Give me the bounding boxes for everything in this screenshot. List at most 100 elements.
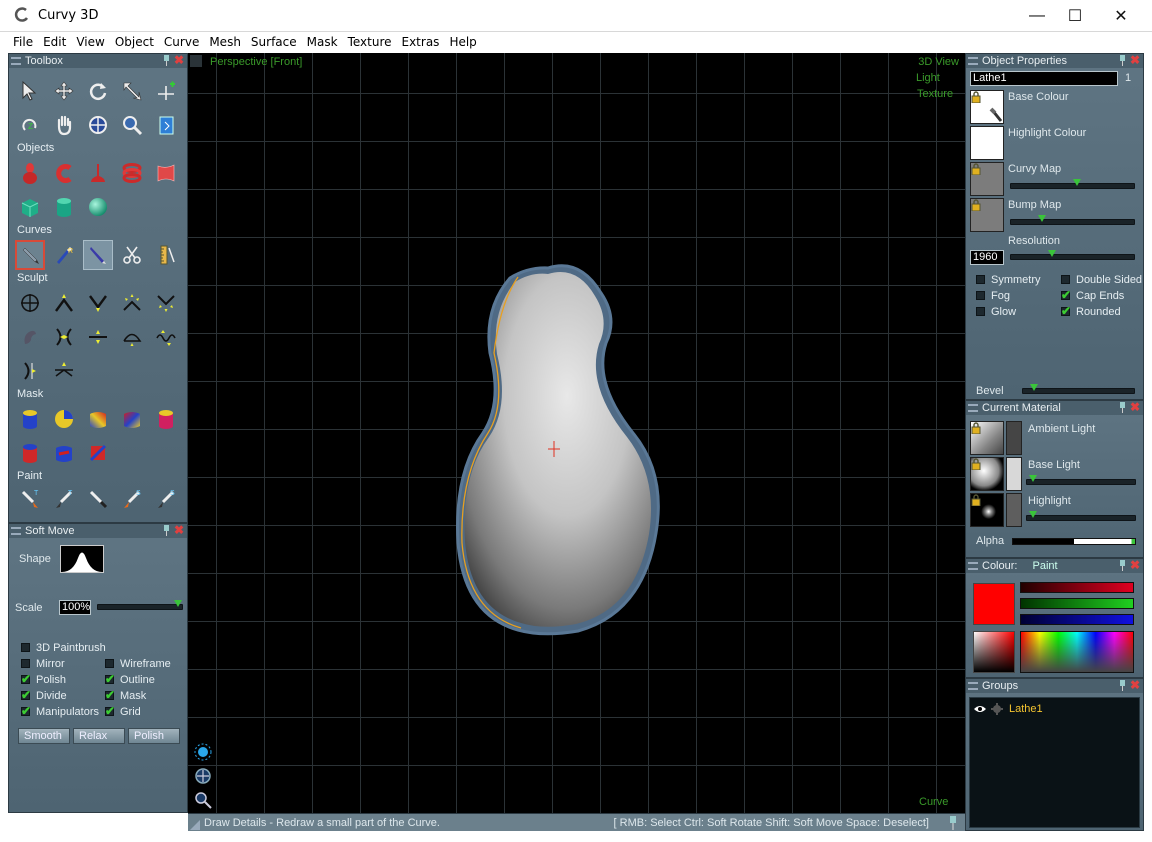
draw-curve-pen-tool[interactable] <box>15 240 45 270</box>
checkbox-cap-ends[interactable]: Cap Ends <box>1061 288 1124 302</box>
resolution-slider[interactable] <box>1010 250 1135 260</box>
saturation-picker[interactable] <box>973 631 1015 673</box>
coil-object-icon[interactable] <box>117 158 147 188</box>
sculpt-flatten-icon[interactable] <box>83 322 113 352</box>
sculpt-pinch-up-icon[interactable] <box>49 288 79 318</box>
grip-icon[interactable] <box>11 57 21 65</box>
menu-mask[interactable]: Mask <box>302 35 343 49</box>
highlight-slider[interactable] <box>1026 511 1136 521</box>
add-point-tool-icon[interactable] <box>151 76 181 106</box>
grip-icon[interactable] <box>11 527 21 535</box>
visibility-eye-icon[interactable] <box>973 704 987 714</box>
menu-edit[interactable]: Edit <box>38 35 71 49</box>
lock-icon[interactable] <box>971 163 981 175</box>
sculpt-deflate-icon[interactable] <box>151 288 181 318</box>
menu-object[interactable]: Object <box>110 35 159 49</box>
draw-details-tool-icon[interactable] <box>83 240 113 270</box>
checkbox-box[interactable] <box>21 688 31 702</box>
sculpt-smudge-icon[interactable] <box>15 322 45 352</box>
sculpt-crosshair-icon[interactable] <box>15 288 45 318</box>
mask-pie-icon[interactable] <box>49 404 79 434</box>
grip-icon[interactable] <box>968 682 978 690</box>
highlight-colour[interactable] <box>1006 493 1022 527</box>
menu-extras[interactable]: Extras <box>397 35 445 49</box>
scale-slider[interactable] <box>97 600 183 610</box>
mask-cylinder-icon[interactable] <box>15 404 45 434</box>
extrude-object-icon[interactable] <box>49 158 79 188</box>
close-panel-icon[interactable]: ✖ <box>1130 53 1140 67</box>
3d-viewport[interactable]: Perspective [Front] 3D View Light Textur… <box>188 53 965 813</box>
scissors-cut-icon[interactable] <box>117 240 147 270</box>
viewport-mode-orb-icon[interactable] <box>194 743 212 764</box>
cylinder-primitive-icon[interactable] <box>49 192 79 222</box>
object-name-field[interactable]: Lathe1 <box>970 71 1118 86</box>
maximize-button[interactable]: ☐ <box>1052 0 1098 32</box>
mask-spiral-icon[interactable] <box>117 404 147 434</box>
falloff-shape-preview[interactable] <box>60 545 104 573</box>
colour-mode[interactable]: Paint <box>1033 560 1058 572</box>
lock-icon[interactable] <box>971 422 981 434</box>
sculpt-bulge-icon[interactable] <box>117 322 147 352</box>
pin-icon[interactable] <box>1118 560 1127 571</box>
checkbox-rounded[interactable]: Rounded <box>1061 304 1121 318</box>
lock-icon[interactable] <box>971 494 981 506</box>
checkbox-box[interactable] <box>1061 304 1071 318</box>
checkbox-box[interactable] <box>1061 288 1071 302</box>
view-cube-icon[interactable] <box>151 110 181 140</box>
checkbox-manipulators[interactable]: Manipulators <box>21 704 99 718</box>
lathe-object-icon[interactable] <box>15 158 45 188</box>
menu-view[interactable]: View <box>71 35 109 49</box>
mask-clear-icon[interactable] <box>49 438 79 468</box>
checkbox-box[interactable] <box>21 672 31 686</box>
lock-icon[interactable] <box>971 458 981 470</box>
lock-icon[interactable] <box>971 91 981 103</box>
checkbox-double-sided[interactable]: Double Sided <box>1061 274 1142 286</box>
alpha-slider[interactable] <box>1012 538 1136 545</box>
pin-icon[interactable] <box>1118 680 1127 691</box>
checkbox-polish[interactable]: Polish <box>21 672 66 686</box>
menu-file[interactable]: File <box>8 35 38 49</box>
lathe-object-render[interactable] <box>188 53 965 813</box>
curvy-map-knob[interactable] <box>1073 179 1081 186</box>
grip-icon[interactable] <box>968 57 978 65</box>
group-item[interactable]: Lathe1 <box>973 702 1043 716</box>
sculpt-pinch-down-icon[interactable] <box>83 288 113 318</box>
checkbox-box[interactable] <box>976 291 985 300</box>
sculpt-trim-icon[interactable] <box>49 356 79 386</box>
menu-surface[interactable]: Surface <box>246 35 302 49</box>
sculpt-wave-icon[interactable] <box>151 322 181 352</box>
relax-button[interactable]: Relax <box>73 728 125 744</box>
base-light-colour[interactable] <box>1006 457 1022 491</box>
checkbox-box[interactable] <box>105 688 115 702</box>
base-light-knob[interactable] <box>1029 475 1037 482</box>
measure-ruler-icon[interactable] <box>151 240 181 270</box>
checkbox-box[interactable] <box>21 643 30 652</box>
close-panel-icon[interactable]: ✖ <box>1130 558 1140 572</box>
checkbox-mask[interactable]: Mask <box>105 688 146 702</box>
sculpt-spread-icon[interactable] <box>49 322 79 352</box>
highlight-knob[interactable] <box>1029 511 1037 518</box>
close-panel-icon[interactable]: ✖ <box>1130 678 1140 692</box>
pan-hand-icon[interactable] <box>49 110 79 140</box>
checkbox-wireframe[interactable]: Wireframe <box>105 658 171 670</box>
status-pin-icon[interactable] <box>947 816 959 836</box>
checkbox-3d-paintbrush[interactable]: 3D Paintbrush <box>21 642 106 654</box>
mask-gradient-icon[interactable] <box>83 404 113 434</box>
checkbox-box[interactable] <box>21 704 31 718</box>
checkbox-divide[interactable]: Divide <box>21 688 67 702</box>
scale-slider-knob[interactable] <box>174 600 182 607</box>
pin-icon[interactable] <box>162 55 171 66</box>
checkbox-box[interactable] <box>1061 275 1070 284</box>
menu-curve[interactable]: Curve <box>159 35 204 49</box>
sculpt-inflate-icon[interactable] <box>117 288 147 318</box>
menu-mesh[interactable]: Mesh <box>204 35 246 49</box>
mask-band-icon[interactable] <box>151 404 181 434</box>
bump-map-knob[interactable] <box>1038 215 1046 222</box>
polish-button[interactable]: Polish <box>128 728 180 744</box>
curvy-map-slider[interactable] <box>1010 179 1135 189</box>
smooth-button[interactable]: Smooth <box>18 728 70 744</box>
grip-icon[interactable] <box>968 562 978 570</box>
resolution-value-field[interactable]: 1960 <box>970 250 1004 265</box>
menu-texture[interactable]: Texture <box>343 35 397 49</box>
mask-invert-icon[interactable] <box>15 438 45 468</box>
